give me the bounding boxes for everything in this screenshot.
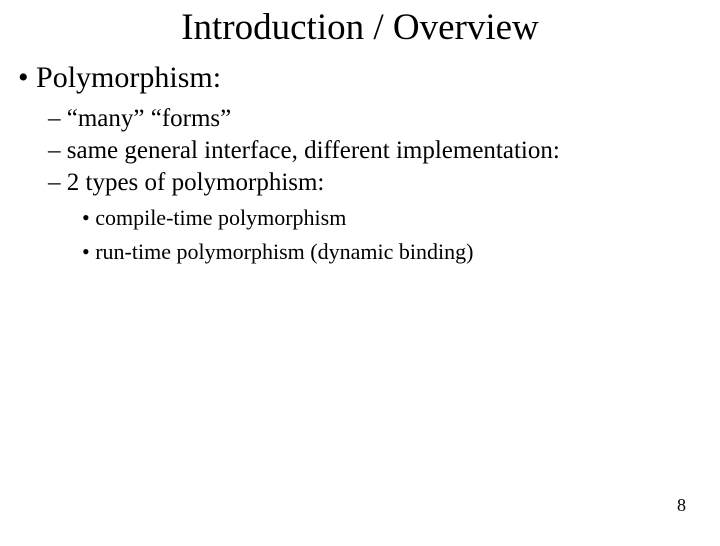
- bullet-level3-text: compile-time polymorphism: [95, 205, 346, 230]
- bullet-level2-text: 2 types of polymorphism:: [67, 169, 325, 196]
- slide-title: Introduction / Overview: [0, 6, 720, 49]
- bullet-level3: compile-time polymorphism: [82, 203, 720, 233]
- bullet-level3: run-time polymorphism (dynamic binding): [82, 237, 720, 267]
- bullet-level3-text: run-time polymorphism (dynamic binding): [95, 239, 473, 264]
- bullet-level2-text: “many” “forms”: [67, 105, 232, 132]
- bullet-level1: Polymorphism:: [18, 61, 720, 95]
- bullet-level2: same general interface, different implem…: [48, 135, 720, 167]
- bullet-level2: 2 types of polymorphism:: [48, 167, 720, 199]
- bullet-level1-text: Polymorphism:: [36, 61, 221, 94]
- bullet-level2: “many” “forms”: [48, 103, 720, 135]
- page-number: 8: [677, 495, 686, 516]
- slide: Introduction / Overview Polymorphism: “m…: [0, 6, 720, 546]
- bullet-level2-text: same general interface, different implem…: [67, 137, 560, 164]
